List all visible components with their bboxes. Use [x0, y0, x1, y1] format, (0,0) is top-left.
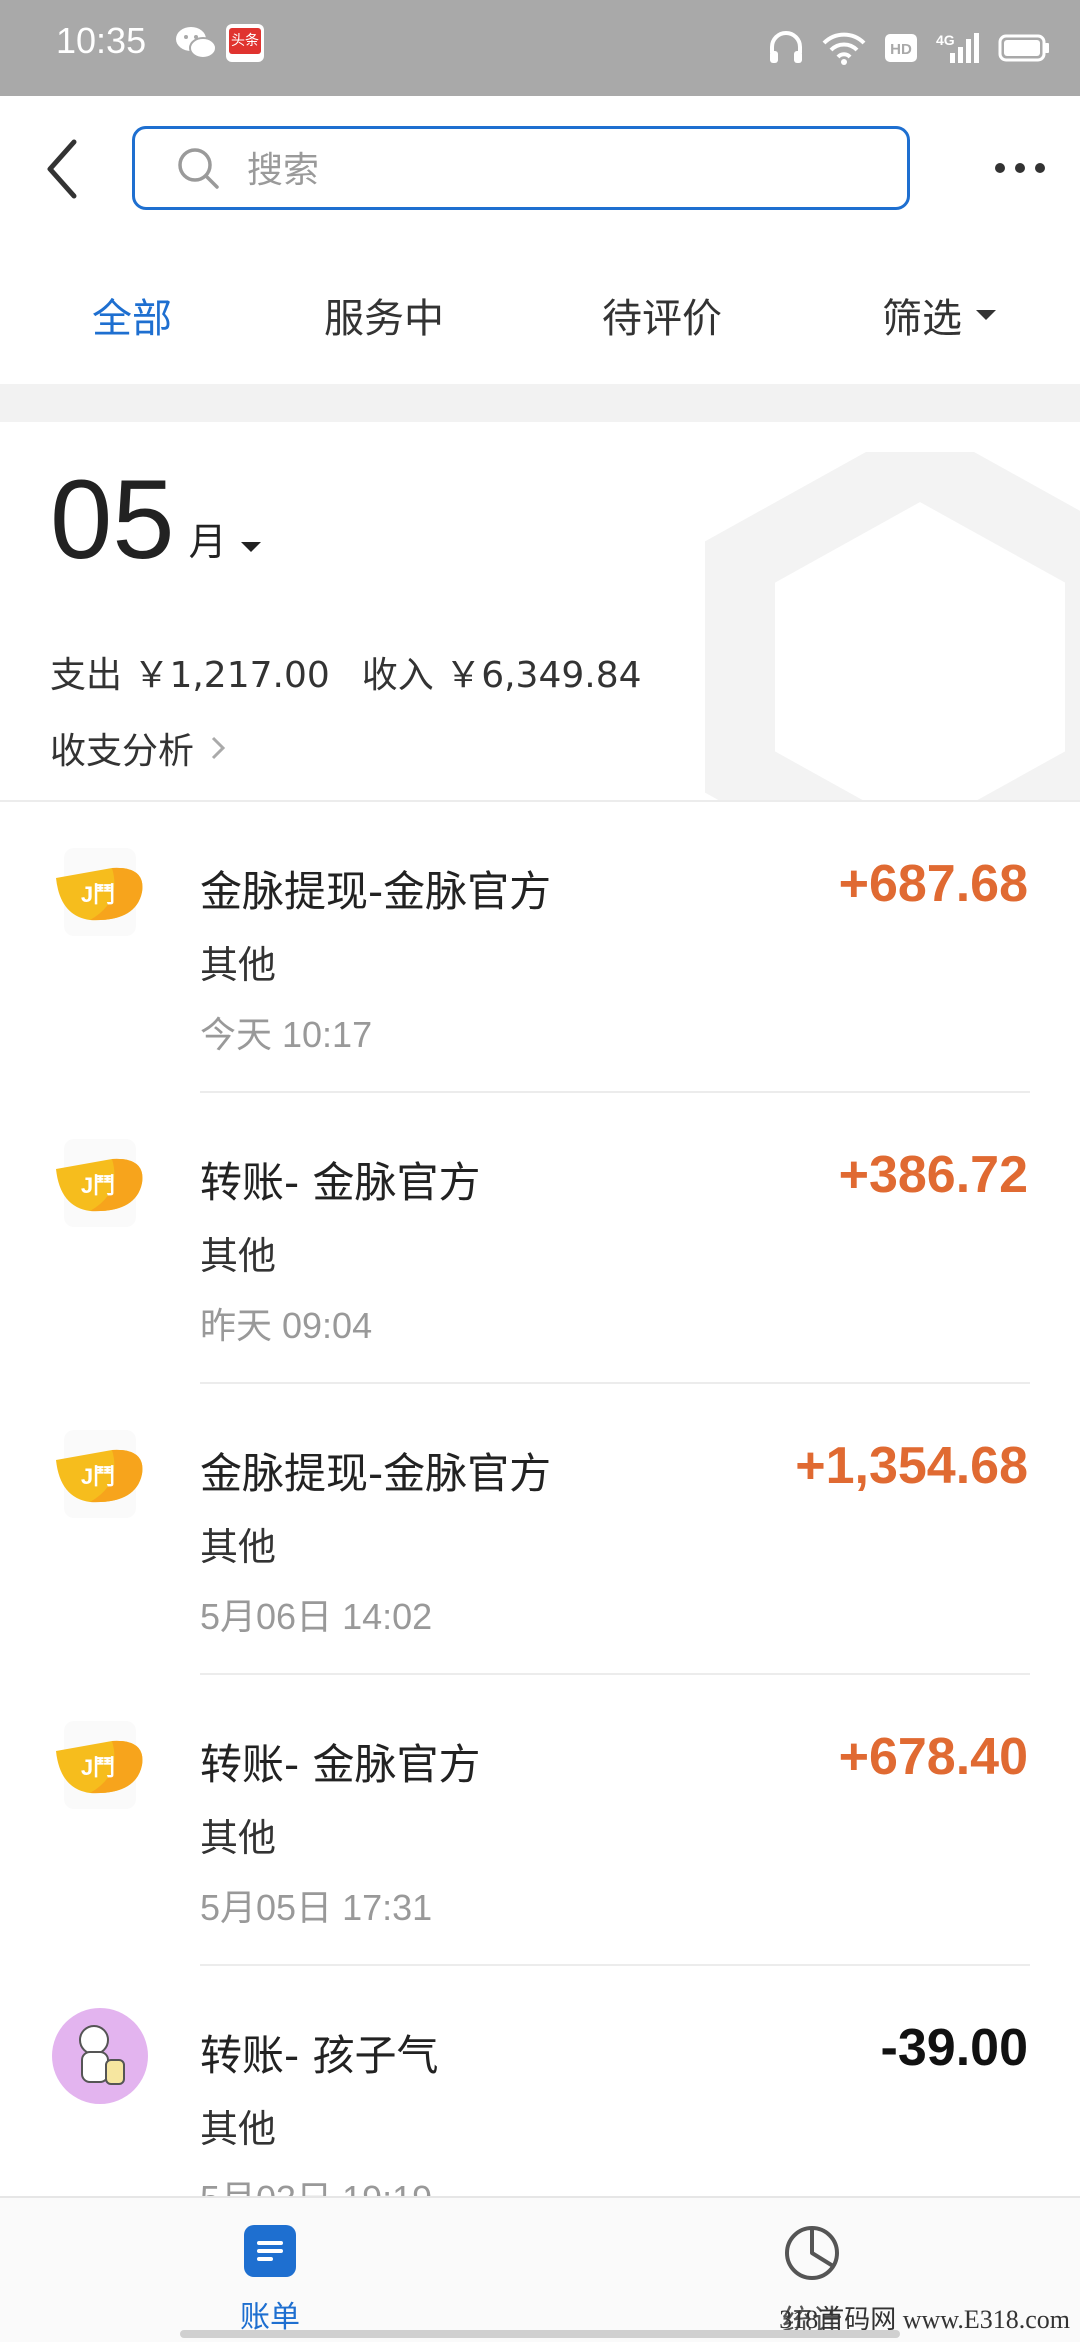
tab-all[interactable]: 全部 [92, 286, 172, 344]
month-unit: 月 [188, 520, 227, 564]
month-selector[interactable]: 05 月 [50, 464, 261, 576]
pie-chart-icon [785, 2226, 839, 2280]
income-total: 收入 ￥6,349.84 [361, 655, 642, 696]
month-totals: 支出 ￥1,217.00 收入 ￥6,349.84 [50, 646, 642, 698]
month-summary: 05 月 支出 ￥1,217.00 收入 ￥6,349.84 收支分析 [0, 422, 1080, 802]
status-time: 10:35 [56, 20, 147, 61]
transaction-list: J鬥 金脉提现-金脉官方 其他 今天 10:17 +687.68 J鬥 转账- … [0, 802, 1080, 2257]
transaction-row[interactable]: J鬥 转账- 金脉官方 其他 昨天 09:04 +386.72 [0, 1093, 1080, 1384]
bill-icon [244, 2225, 296, 2277]
transaction-title: 转账- 金脉官方 [200, 1740, 481, 1789]
transaction-time: 昨天 09:04 [200, 1305, 373, 1346]
search-box[interactable] [132, 126, 910, 210]
home-indicator [180, 2330, 900, 2338]
back-button[interactable] [40, 134, 100, 204]
transaction-category: 其他 [200, 2107, 277, 2151]
transaction-title: 金脉提现-金脉官方 [200, 1449, 552, 1498]
jinmai-logo-icon: J鬥 [56, 1139, 143, 1227]
status-bar: 10:35 头条 HD 4G [0, 0, 1080, 96]
svg-text:HD: HD [890, 41, 912, 58]
transaction-time: 今天 10:17 [200, 1014, 373, 1055]
month-number: 05 [50, 457, 175, 582]
search-icon [178, 148, 219, 189]
more-button[interactable] [990, 148, 1050, 188]
jinmai-logo-icon: J鬥 [56, 848, 143, 936]
more-dots-icon [995, 163, 1045, 173]
caret-down-icon [976, 310, 996, 320]
bottom-nav: 账单 统计 318首码网 www.E318.com [0, 2196, 1080, 2342]
transaction-amount: -39.00 [880, 2019, 1028, 2077]
user-avatar-icon [52, 2008, 148, 2104]
svg-text:4G: 4G [936, 32, 955, 48]
analysis-label: 收支分析 [50, 731, 195, 772]
tab-to-review[interactable]: 待评价 [602, 286, 722, 344]
transaction-title: 转账- 金脉官方 [200, 1158, 481, 1207]
svg-text:J鬥: J鬥 [81, 882, 115, 907]
svg-text:J鬥: J鬥 [81, 1173, 115, 1198]
wechat-icon [174, 24, 218, 68]
signal-4g-icon: 4G [936, 31, 980, 65]
transaction-amount: +687.68 [838, 855, 1028, 913]
transaction-time: 5月06日 14:02 [200, 1596, 433, 1637]
hd-icon: HD [884, 33, 918, 63]
expense-total: 支出 ￥1,217.00 [50, 655, 330, 696]
hexagon-decoration-icon [705, 452, 1080, 800]
tab-filter-label: 筛选 [882, 296, 962, 342]
battery-icon [998, 34, 1050, 62]
transaction-amount: +1,354.68 [795, 1437, 1028, 1495]
transaction-amount: +386.72 [838, 1146, 1028, 1204]
transaction-row[interactable]: J鬥 金脉提现-金脉官方 其他 5月06日 14:02 +1,354.68 [0, 1384, 1080, 1675]
filter-tabs: 全部 服务中 待评价 筛选 [0, 246, 1080, 384]
wifi-icon [822, 31, 866, 65]
chevron-right-icon [211, 736, 226, 760]
transaction-time: 5月05日 17:31 [200, 1887, 433, 1928]
caret-down-icon [240, 542, 261, 552]
toutiao-icon: 头条 [226, 24, 264, 62]
top-nav [0, 96, 1080, 246]
tab-filter[interactable]: 筛选 [882, 286, 996, 344]
transaction-amount: +678.40 [838, 1728, 1028, 1786]
headset-icon [768, 31, 804, 65]
section-divider [0, 384, 1080, 422]
transaction-row[interactable]: J鬥 金脉提现-金脉官方 其他 今天 10:17 +687.68 [0, 802, 1080, 1093]
transaction-category: 其他 [200, 1234, 277, 1278]
jinmai-logo-icon: J鬥 [56, 1430, 143, 1518]
svg-text:J鬥: J鬥 [81, 1464, 115, 1489]
toutiao-label: 头条 [229, 28, 261, 54]
search-input[interactable] [245, 141, 869, 199]
nav-bill[interactable]: 账单 [190, 2224, 350, 2336]
transaction-title: 金脉提现-金脉官方 [200, 867, 552, 916]
svg-text:J鬥: J鬥 [81, 1755, 115, 1780]
transaction-category: 其他 [200, 1816, 277, 1860]
analysis-link[interactable]: 收支分析 [50, 722, 226, 774]
tab-in-service[interactable]: 服务中 [324, 286, 444, 344]
transaction-title: 转账- 孩子气 [200, 2031, 439, 2080]
transaction-category: 其他 [200, 943, 277, 987]
back-arrow-icon [47, 139, 77, 199]
transaction-row[interactable]: J鬥 转账- 金脉官方 其他 5月05日 17:31 +678.40 [0, 1675, 1080, 1966]
transaction-category: 其他 [200, 1525, 277, 1569]
jinmai-logo-icon: J鬥 [56, 1721, 143, 1809]
